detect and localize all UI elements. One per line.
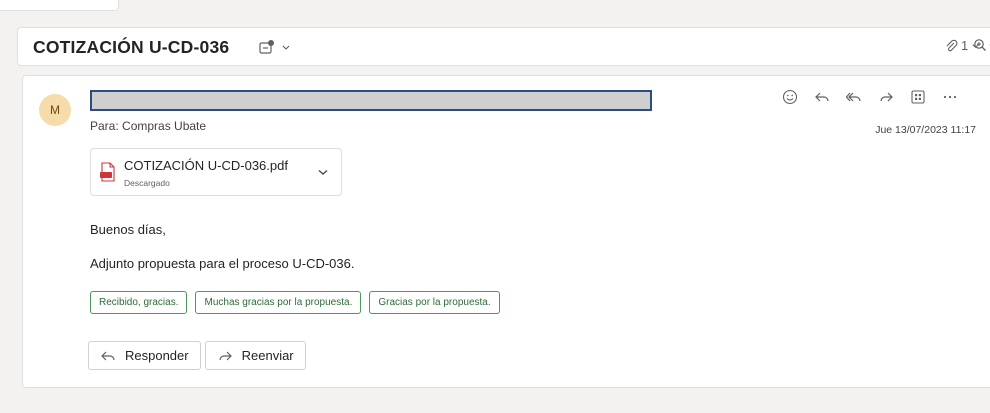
forward-button[interactable]: Reenviar <box>204 341 306 370</box>
bottom-actions: Responder Reenviar <box>88 341 306 370</box>
avatar[interactable]: M <box>39 94 71 126</box>
subject-title: COTIZACIÓN U-CD-036 <box>33 37 230 57</box>
zoom-icon <box>973 38 987 52</box>
sender-field[interactable] <box>90 90 652 111</box>
more-icon[interactable] <box>941 88 959 106</box>
quick-reply-button[interactable]: Recibido, gracias. <box>90 291 188 314</box>
forward-icon[interactable] <box>877 88 895 106</box>
tag-icon[interactable] <box>258 38 276 56</box>
recipient-line: Para: Compras Ubate <box>90 119 206 133</box>
top-tab <box>0 0 119 11</box>
reply-icon[interactable] <box>813 88 831 106</box>
quick-reply-button[interactable]: Gracias por la propuesta. <box>369 291 500 314</box>
attachment-count: 1 <box>961 38 969 53</box>
to-value[interactable]: Compras Ubate <box>122 119 206 133</box>
paperclip-icon <box>944 39 958 53</box>
forward-label: Reenviar <box>241 348 294 363</box>
reply-icon <box>100 349 116 363</box>
zoom-button[interactable] <box>973 38 990 52</box>
quick-reply-button[interactable]: Muchas gracias por la propuesta. <box>195 291 362 314</box>
chevron-down-icon[interactable] <box>317 166 329 178</box>
reply-all-icon[interactable] <box>845 88 863 106</box>
pdf-icon <box>99 162 117 182</box>
apps-icon[interactable] <box>909 88 927 106</box>
attachment-name: COTIZACIÓN U-CD-036.pdf <box>124 158 288 173</box>
attachment-status: Descargado <box>124 178 170 188</box>
message-actions <box>781 88 959 106</box>
reply-label: Responder <box>125 348 189 363</box>
attachment-card[interactable]: COTIZACIÓN U-CD-036.pdf Descargado <box>90 148 342 196</box>
chevron-down-icon[interactable] <box>281 42 291 52</box>
message-card: M Para: Compras Ubate Jue 13/07/2023 11:… <box>22 75 990 388</box>
forward-icon <box>217 349 233 363</box>
emoji-icon[interactable] <box>781 88 799 106</box>
body-text: Adjunto propuesta para el proceso U-CD-0… <box>90 256 355 271</box>
to-label: Para: <box>90 119 119 133</box>
message-date: Jue 13/07/2023 11:17 <box>875 124 976 136</box>
subject-bar: COTIZACIÓN U-CD-036 1 <box>17 27 990 66</box>
body-greeting: Buenos días, <box>90 222 166 237</box>
quick-replies: Recibido, gracias. Muchas gracias por la… <box>90 291 500 314</box>
reply-button[interactable]: Responder <box>88 341 201 370</box>
